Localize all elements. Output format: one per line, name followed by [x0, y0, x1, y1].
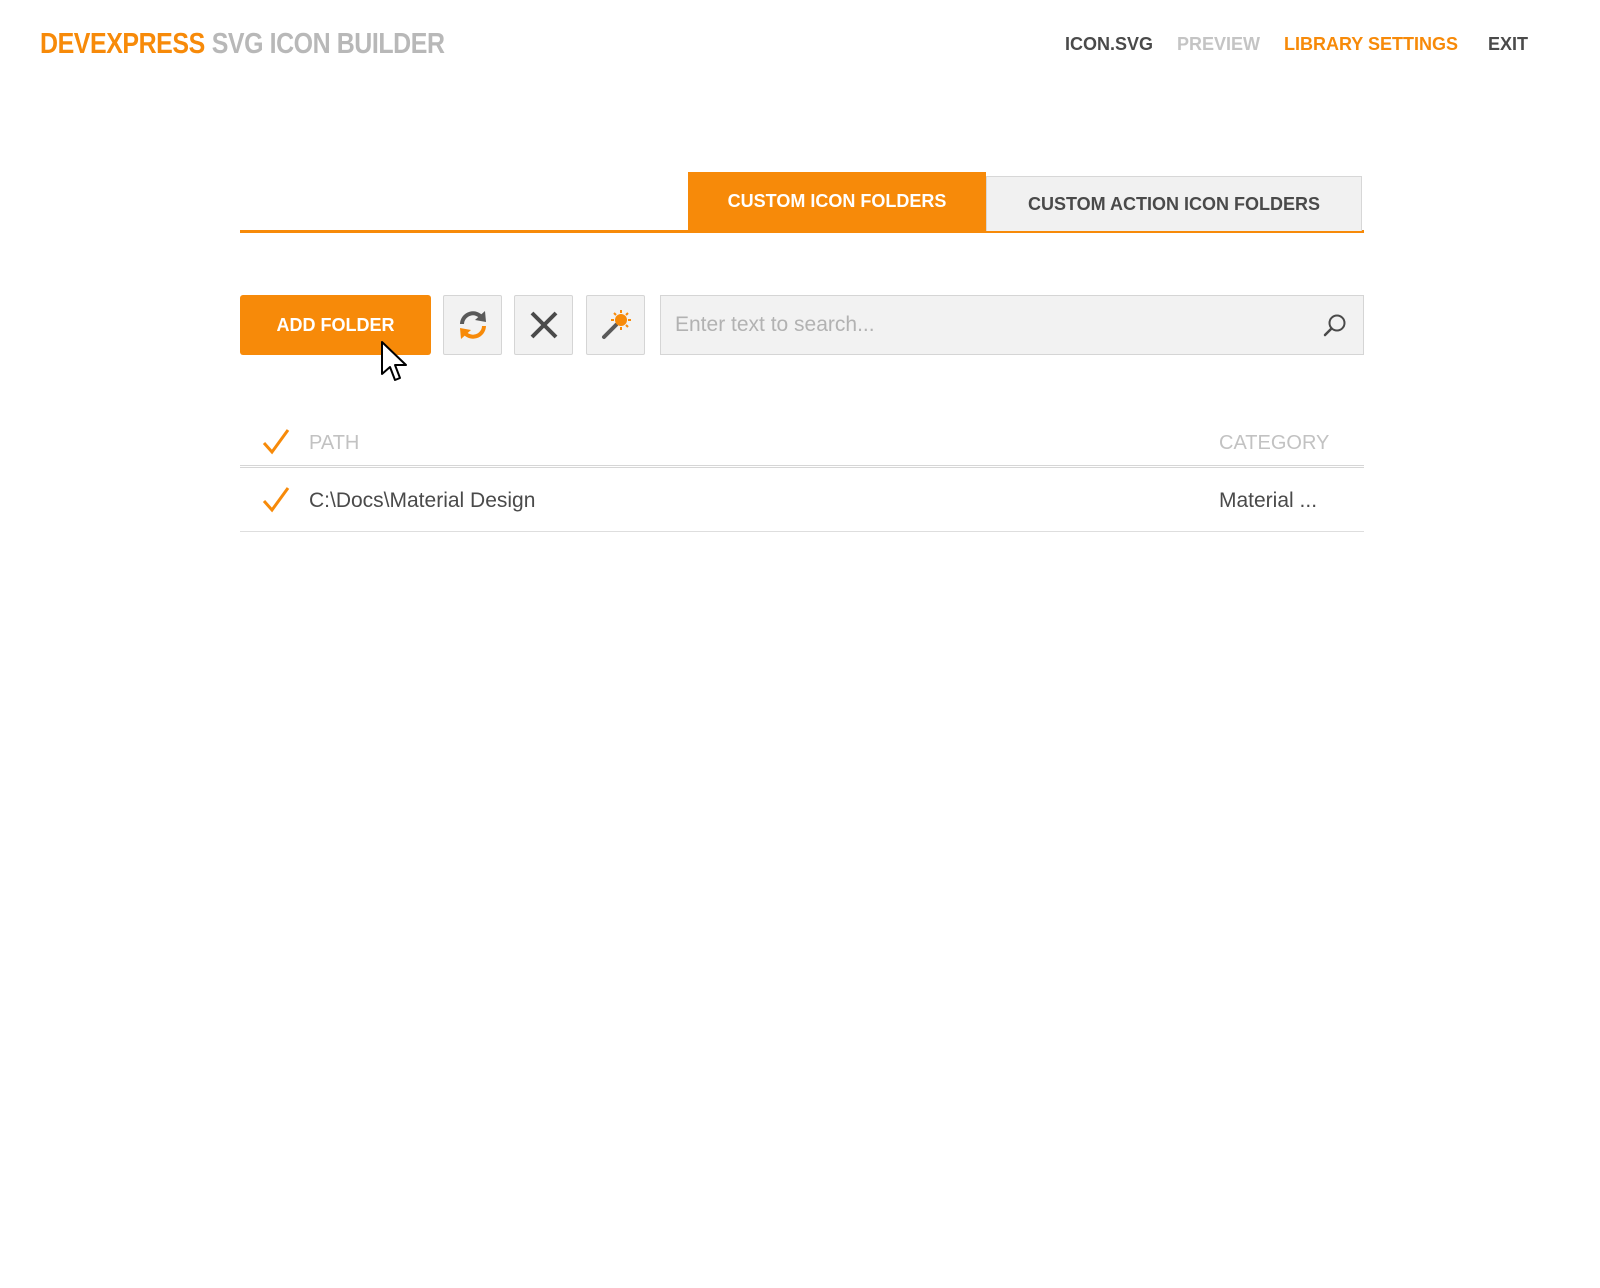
grid-header: PATH CATEGORY [240, 420, 1364, 468]
brand-primary: DEVEXPRESS [40, 28, 205, 60]
nav-exit[interactable]: EXIT [1488, 33, 1528, 55]
column-header-path[interactable]: PATH [309, 432, 359, 455]
row-check-icon[interactable] [260, 484, 292, 516]
row-path-cell: C:\Docs\Material Design [309, 489, 536, 512]
brand-secondary: SVG ICON BUILDER [211, 28, 445, 60]
top-navigation: ICON.SVG PREVIEW LIBRARY SETTINGS EXIT [1065, 33, 1528, 55]
refresh-button[interactable] [443, 295, 502, 355]
tab-custom-action-icon-folders[interactable]: CUSTOM ACTION ICON FOLDERS [986, 176, 1362, 231]
add-folder-button[interactable]: ADD FOLDER [240, 295, 431, 355]
select-all-check-icon[interactable] [260, 426, 292, 458]
table-row[interactable]: C:\Docs\Material Design Material ... [240, 472, 1364, 532]
refresh-icon [459, 311, 486, 339]
row-category-cell: Material ... [1219, 489, 1318, 512]
nav-library-settings[interactable]: LIBRARY SETTINGS [1284, 33, 1458, 55]
magic-wand-icon [601, 310, 631, 339]
column-header-category[interactable]: CATEGORY [1219, 432, 1329, 455]
svg-icon-builder-window: DEVEXPRESS SVG ICON BUILDER ICON.SVG PREV… [0, 0, 1600, 1288]
search-input[interactable] [675, 296, 1295, 354]
nav-icon-svg[interactable]: ICON.SVG [1065, 33, 1153, 55]
tab-custom-icon-folders[interactable]: CUSTOM ICON FOLDERS [688, 172, 986, 231]
app-title: DEVEXPRESS SVG ICON BUILDER [40, 27, 445, 61]
delete-icon [530, 311, 557, 339]
nav-preview[interactable]: PREVIEW [1177, 33, 1260, 55]
delete-button[interactable] [514, 295, 573, 355]
search-icon[interactable] [1321, 312, 1349, 340]
search-box [660, 295, 1364, 355]
auto-fill-button[interactable] [586, 295, 645, 355]
